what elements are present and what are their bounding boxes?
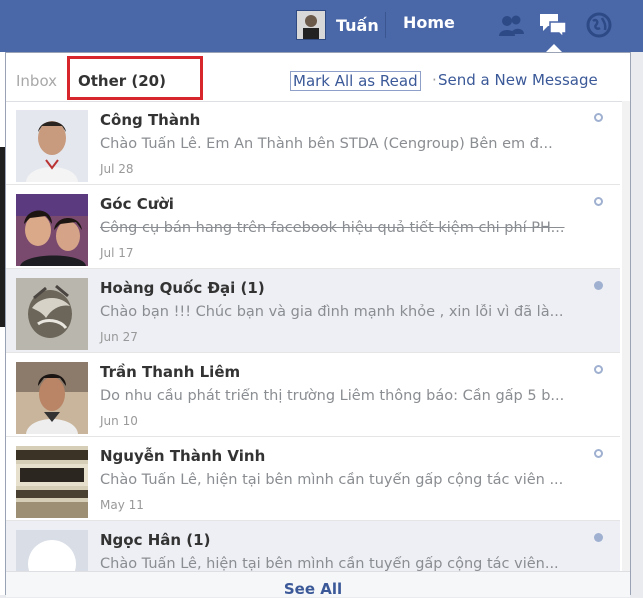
- tab-inbox[interactable]: Inbox: [16, 72, 57, 90]
- avatar: [16, 362, 88, 434]
- sender-name: Ngọc Hân (1): [100, 531, 211, 549]
- mark-all-read-link[interactable]: Mark All as Read: [290, 71, 421, 91]
- sender-name: Nguyễn Thành Vinh: [100, 447, 266, 465]
- message-row[interactable]: Nguyễn Thành Vinh Chào Tuấn Lê, hiện tại…: [6, 437, 620, 521]
- message-row[interactable]: Hoàng Quốc Đại (1) Chào bạn !!! Chúc bạn…: [6, 269, 620, 353]
- message-row[interactable]: Góc Cười Công cụ bán hang trên facebook …: [6, 185, 620, 269]
- send-new-message-link[interactable]: Send a New Message: [438, 71, 598, 89]
- annotation-highlight-box: [67, 56, 203, 100]
- mark-as-read-toggle[interactable]: [594, 113, 603, 122]
- message-time: Jul 28: [100, 162, 134, 176]
- message-snippet: Chào bạn !!! Chúc bạn và gia đình mạnh k…: [100, 304, 564, 320]
- mark-as-read-toggle[interactable]: [594, 533, 603, 542]
- sender-name: Công Thành: [100, 111, 201, 129]
- avatar: [16, 110, 88, 182]
- notifications-icon[interactable]: [584, 10, 614, 40]
- mark-as-read-toggle[interactable]: [594, 197, 603, 206]
- message-time: May 11: [100, 498, 144, 512]
- topbar-divider: [385, 12, 386, 38]
- home-link[interactable]: Home: [403, 13, 455, 32]
- mark-as-read-toggle[interactable]: [594, 365, 603, 374]
- message-snippet: Chào Tuấn Lê, hiện tại bên mình cần tuyể…: [100, 556, 559, 571]
- message-snippet: Chào Tuấn Lê. Em An Thành bên STDA (Ceng…: [100, 136, 553, 152]
- message-folder-tabs: Inbox Other (20) Mark All as Read · Send…: [6, 53, 630, 102]
- action-separator: ·: [432, 71, 437, 89]
- avatar: [16, 194, 88, 266]
- messages-icon[interactable]: [538, 10, 568, 40]
- sender-name: Hoàng Quốc Đại (1): [100, 279, 265, 297]
- message-snippet: Do nhu cầu phát triển thị trường Liêm th…: [100, 388, 565, 404]
- dropdown-footer: See All: [6, 571, 630, 598]
- avatar: [16, 446, 88, 518]
- message-snippet: Công cụ bán hang trên facebook hiệu quả …: [100, 220, 565, 236]
- see-all-link[interactable]: See All: [6, 580, 620, 598]
- mark-as-read-toggle[interactable]: [594, 281, 603, 290]
- message-row[interactable]: Trần Thanh Liêm Do nhu cầu phát triển th…: [6, 353, 620, 437]
- message-time: Jul 17: [100, 246, 134, 260]
- message-time: Jun 27: [100, 330, 138, 344]
- message-row[interactable]: Công Thành Chào Tuấn Lê. Em An Thành bên…: [6, 101, 620, 185]
- user-avatar[interactable]: [296, 10, 326, 40]
- sender-name: Trần Thanh Liêm: [100, 363, 241, 381]
- sender-name: Góc Cười: [100, 195, 174, 213]
- profile-link[interactable]: Tuấn: [296, 10, 379, 40]
- message-list: Công Thành Chào Tuấn Lê. Em An Thành bên…: [6, 101, 620, 571]
- dropdown-caret: [546, 44, 562, 52]
- message-time: Jun 10: [100, 414, 138, 428]
- mark-as-read-toggle[interactable]: [594, 449, 603, 458]
- avatar: [16, 278, 88, 350]
- scrollbar[interactable]: [622, 101, 630, 594]
- friend-requests-icon[interactable]: [496, 10, 526, 40]
- message-row[interactable]: Ngọc Hân (1) Chào Tuấn Lê, hiện tại bên …: [6, 521, 620, 571]
- avatar: [16, 530, 88, 571]
- message-snippet: Chào Tuấn Lê, hiện tại bên mình cần tuyể…: [100, 472, 564, 488]
- messages-dropdown: Inbox Other (20) Mark All as Read · Send…: [5, 52, 631, 598]
- user-name[interactable]: Tuấn: [336, 16, 379, 35]
